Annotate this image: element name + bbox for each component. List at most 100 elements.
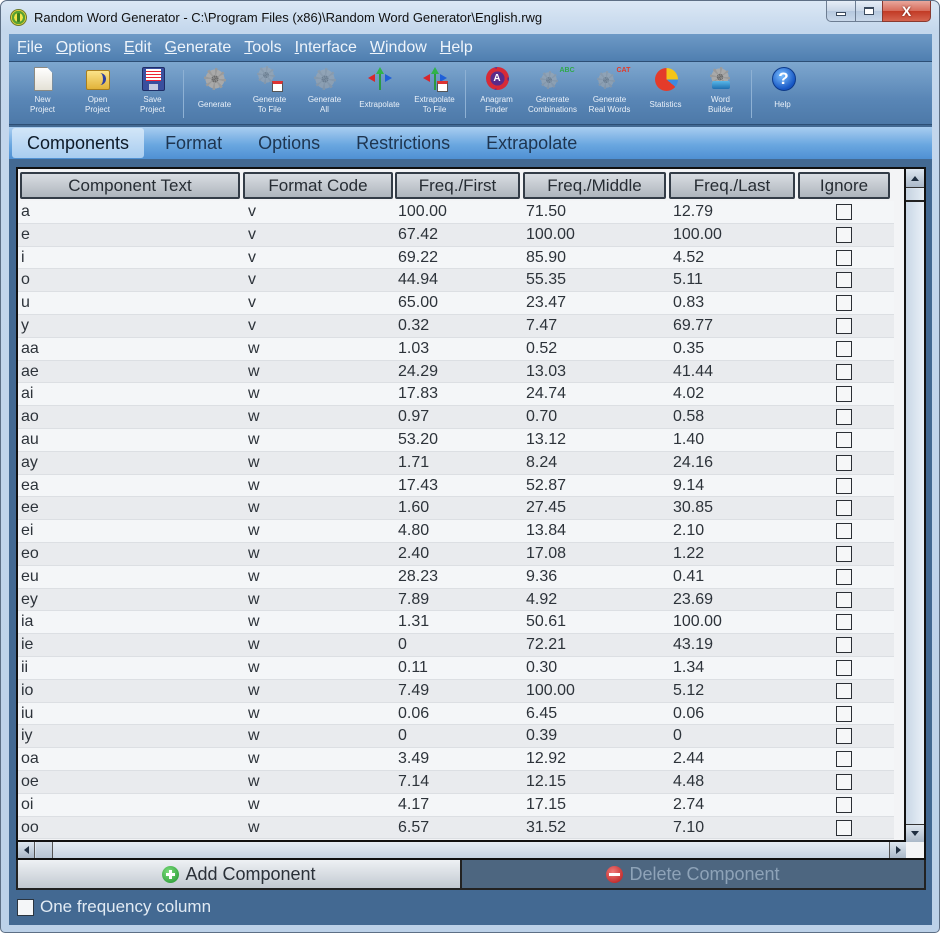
ignore-checkbox[interactable] <box>836 249 852 266</box>
cell-freq-first[interactable]: 53.20 <box>398 429 438 451</box>
table-row[interactable]: iy w 0 0.39 0 <box>18 725 894 749</box>
cell-freq-last[interactable]: 5.12 <box>673 680 704 702</box>
menu-options[interactable]: Options <box>56 39 111 57</box>
cell-component-text[interactable]: oo <box>21 817 39 839</box>
tab-format[interactable]: Format <box>150 128 237 158</box>
cell-format-code[interactable]: w <box>248 817 260 839</box>
cell-freq-middle[interactable]: 4.92 <box>526 589 557 611</box>
cell-component-text[interactable]: io <box>21 680 33 702</box>
table-row[interactable]: eo w 2.40 17.08 1.22 <box>18 542 894 566</box>
cell-freq-last[interactable]: 0.83 <box>673 292 704 314</box>
table-row[interactable]: iu w 0.06 6.45 0.06 <box>18 702 894 726</box>
table-row[interactable]: ey w 7.89 4.92 23.69 <box>18 588 894 612</box>
cell-freq-middle[interactable]: 85.90 <box>526 247 566 269</box>
header-freq-middle[interactable]: Freq./Middle <box>523 172 666 199</box>
cell-freq-first[interactable]: 6.57 <box>398 817 429 839</box>
cell-freq-first[interactable]: 1.60 <box>398 497 429 519</box>
table-row[interactable]: ia w 1.31 50.61 100.00 <box>18 611 894 635</box>
table-row[interactable]: ie w 0 72.21 43.19 <box>18 634 894 657</box>
title-bar[interactable]: Random Word Generator - C:\Program Files… <box>1 1 939 33</box>
table-row[interactable]: ae w 24.29 13.03 41.44 <box>18 360 894 384</box>
generate-button[interactable]: Generate <box>187 65 242 123</box>
ignore-checkbox[interactable] <box>836 386 852 403</box>
cell-component-text[interactable]: oa <box>21 748 39 770</box>
cell-freq-first[interactable]: 7.89 <box>398 589 429 611</box>
cell-format-code[interactable]: w <box>248 361 260 383</box>
ignore-checkbox[interactable] <box>836 682 852 699</box>
cell-freq-last[interactable]: 0.35 <box>673 338 704 360</box>
cell-component-text[interactable]: aa <box>21 338 39 360</box>
ignore-checkbox[interactable] <box>836 500 852 517</box>
extrapolate-button[interactable]: Extrapolate <box>352 65 407 123</box>
help-button[interactable]: ? Help <box>755 65 810 123</box>
cell-component-text[interactable]: ae <box>21 361 39 383</box>
cell-component-text[interactable]: oi <box>21 794 33 816</box>
cell-component-text[interactable]: ee <box>21 497 39 519</box>
cell-component-text[interactable]: o <box>21 269 30 291</box>
cell-freq-last[interactable]: 1.22 <box>673 543 704 565</box>
ignore-checkbox[interactable] <box>836 545 852 562</box>
ignore-checkbox[interactable] <box>836 796 852 813</box>
table-row[interactable]: oa w 3.49 12.92 2.44 <box>18 748 894 771</box>
cell-format-code[interactable]: w <box>248 475 260 497</box>
scroll-right-button[interactable] <box>889 842 906 858</box>
ignore-checkbox[interactable] <box>836 477 852 494</box>
cell-freq-last[interactable]: 2.44 <box>673 748 704 770</box>
cell-freq-middle[interactable]: 13.12 <box>526 429 566 451</box>
ignore-checkbox[interactable] <box>836 226 852 243</box>
cell-freq-first[interactable]: 67.42 <box>398 224 438 246</box>
cell-format-code[interactable]: w <box>248 680 260 702</box>
maximize-button[interactable] <box>855 1 882 22</box>
cell-freq-middle[interactable]: 23.47 <box>526 292 566 314</box>
cell-format-code[interactable]: w <box>248 338 260 360</box>
one-frequency-column-checkbox[interactable] <box>17 898 34 916</box>
cell-freq-last[interactable]: 1.40 <box>673 429 704 451</box>
cell-component-text[interactable]: ei <box>21 520 33 542</box>
cell-freq-middle[interactable]: 100.00 <box>526 224 575 246</box>
table-row[interactable]: aa w 1.03 0.52 0.35 <box>18 337 894 361</box>
cell-format-code[interactable]: w <box>248 566 260 588</box>
ignore-checkbox[interactable] <box>836 773 852 790</box>
header-component-text[interactable]: Component Text <box>20 172 240 199</box>
cell-freq-first[interactable]: 1.71 <box>398 452 429 474</box>
cell-freq-middle[interactable]: 100.00 <box>526 680 575 702</box>
cell-freq-middle[interactable]: 0.39 <box>526 725 557 747</box>
cell-component-text[interactable]: oe <box>21 771 39 793</box>
ignore-checkbox[interactable] <box>836 454 852 471</box>
cell-freq-first[interactable]: 0.06 <box>398 703 429 725</box>
cell-freq-first[interactable]: 17.43 <box>398 475 438 497</box>
table-row[interactable]: o v 44.94 55.35 5.11 <box>18 269 894 293</box>
header-freq-last[interactable]: Freq./Last <box>669 172 795 199</box>
cell-freq-last[interactable]: 4.48 <box>673 771 704 793</box>
ignore-checkbox[interactable] <box>836 614 852 631</box>
tab-restrictions[interactable]: Restrictions <box>341 128 465 158</box>
cell-freq-first[interactable]: 0 <box>398 634 407 656</box>
cell-freq-last[interactable]: 7.10 <box>673 817 704 839</box>
cell-freq-first[interactable]: 1.31 <box>398 611 429 633</box>
cell-freq-last[interactable]: 100.00 <box>673 611 722 633</box>
menu-interface[interactable]: Interface <box>295 39 357 57</box>
cell-freq-middle[interactable]: 12.15 <box>526 771 566 793</box>
cell-freq-last[interactable]: 12.79 <box>673 201 713 223</box>
ignore-checkbox[interactable] <box>836 568 852 585</box>
cell-format-code[interactable]: w <box>248 771 260 793</box>
cell-freq-middle[interactable]: 27.45 <box>526 497 566 519</box>
menu-edit[interactable]: Edit <box>124 39 152 57</box>
cell-format-code[interactable]: w <box>248 429 260 451</box>
cell-freq-first[interactable]: 0.32 <box>398 315 429 337</box>
cell-format-code[interactable]: w <box>248 589 260 611</box>
cell-format-code[interactable]: w <box>248 703 260 725</box>
table-row[interactable]: e v 67.42 100.00 100.00 <box>18 223 894 247</box>
cell-format-code[interactable]: w <box>248 611 260 633</box>
cell-component-text[interactable]: e <box>21 224 30 246</box>
cell-format-code[interactable]: v <box>248 292 256 314</box>
menu-help[interactable]: Help <box>440 39 473 57</box>
table-row[interactable]: ii w 0.11 0.30 1.34 <box>18 656 894 680</box>
cell-freq-first[interactable]: 65.00 <box>398 292 438 314</box>
cell-freq-last[interactable]: 2.10 <box>673 520 704 542</box>
scroll-down-button[interactable] <box>906 824 924 842</box>
ignore-checkbox[interactable] <box>836 431 852 448</box>
cell-freq-middle[interactable]: 13.84 <box>526 520 566 542</box>
cell-freq-middle[interactable]: 50.61 <box>526 611 566 633</box>
cell-component-text[interactable]: iu <box>21 703 33 725</box>
